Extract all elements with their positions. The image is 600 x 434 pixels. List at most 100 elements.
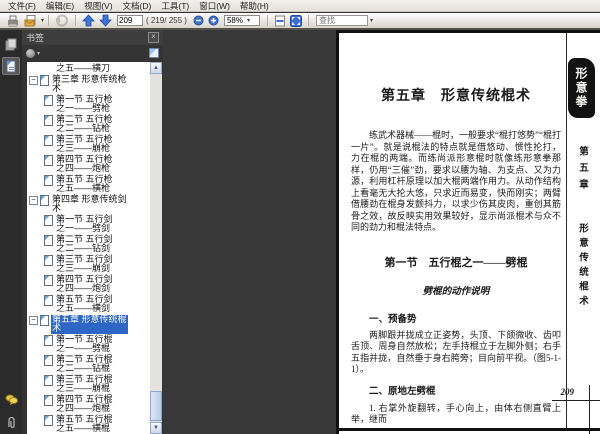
expander-minus-icon[interactable]: − bbox=[29, 75, 38, 85]
bookmark-item[interactable]: 第四节 五行剑 之四——炮剑 bbox=[44, 274, 148, 294]
find-dropdown-caret[interactable]: ▾ bbox=[370, 17, 373, 24]
bookmark-item[interactable]: 第五节 五行棍 之五——横棍 bbox=[44, 414, 148, 434]
bookmark-item[interactable]: 第三节 五行棍 之三——崩棍 bbox=[44, 374, 148, 394]
page-number-input[interactable] bbox=[117, 15, 144, 26]
print-icon[interactable] bbox=[6, 15, 20, 27]
bookmark-item[interactable]: 之五——横刀 bbox=[55, 63, 148, 74]
bookmark-item[interactable]: − 第四章 形意传统剑 术 bbox=[29, 194, 148, 214]
bookmark-item[interactable]: 第一节 五行枪 之一——劈枪 bbox=[44, 94, 148, 114]
bookmark-label[interactable]: 第三章 形意传统枪 术 bbox=[51, 74, 128, 94]
menu-item[interactable]: 窗口(W) bbox=[194, 0, 235, 12]
next-page-icon[interactable] bbox=[99, 14, 112, 27]
bookmark-label[interactable]: 第四节 五行棍 之四——炮棍 bbox=[55, 394, 114, 414]
bookmark-label[interactable]: 之五——横刀 bbox=[55, 63, 111, 74]
bookmark-label[interactable]: 第四章 形意传统剑 术 bbox=[51, 194, 128, 214]
bookmark-page-icon bbox=[44, 134, 53, 146]
menu-item[interactable]: 视图(V) bbox=[79, 0, 117, 12]
bookmarks-panel: 书签 × ▾ 之五——横刀 − 第三章 形意传统枪 术第一节 五行枪 之一——劈枪第… bbox=[22, 30, 163, 434]
bookmark-label[interactable]: 第一节 五行剑 之一——劈剑 bbox=[55, 214, 114, 234]
fullscreen-icon[interactable] bbox=[289, 14, 302, 27]
bookmark-page-icon bbox=[44, 174, 53, 186]
bookmark-label[interactable]: 第四节 五行剑 之四——炮剑 bbox=[55, 274, 114, 294]
body-paragraph: 两脚跟并拢成立正姿势，头顶、下颌微收、齿叩舌顶、周身自然放松；左手持棍立于左脚外… bbox=[351, 329, 561, 375]
goto-current-bookmark-icon[interactable] bbox=[149, 48, 159, 58]
bookmark-label[interactable]: 第二节 五行枪 之二——钻枪 bbox=[55, 114, 114, 134]
email-icon[interactable] bbox=[24, 14, 38, 27]
menu-item[interactable]: 文档(D) bbox=[118, 0, 157, 12]
pdf-page: 第五章 形意传统棍术 练武术器械——棍时，一般要求“棍打悠势”“棍打一片”。就是… bbox=[336, 30, 600, 434]
bookmark-label[interactable]: 第五节 五行剑 之五——横剑 bbox=[55, 294, 114, 314]
bookmark-item[interactable]: 第二节 五行枪 之二——钻枪 bbox=[44, 114, 148, 134]
bookmark-page-icon bbox=[44, 274, 53, 286]
bookmark-label[interactable]: 第三节 五行棍 之三——崩棍 bbox=[55, 374, 114, 394]
margin-title-label: 形意传统棍术 bbox=[577, 223, 587, 310]
bookmark-label[interactable]: 第四节 五行枪 之四——炮枪 bbox=[55, 154, 114, 174]
zoom-level-value: 58% bbox=[226, 16, 243, 25]
pages-panel-icon[interactable] bbox=[2, 35, 20, 53]
bookmark-item[interactable]: 第三节 五行枪 之三——崩枪 bbox=[44, 134, 148, 154]
bookmark-item[interactable]: 第一节 五行棍 之一——劈棍 bbox=[44, 334, 148, 354]
menu-item[interactable]: 编辑(E) bbox=[41, 0, 79, 12]
zoom-dropdown-caret: ▾ bbox=[246, 18, 250, 24]
document-pane: 第五章 形意传统棍术 练武术器械——棍时，一般要求“棍打悠势”“棍打一片”。就是… bbox=[163, 30, 600, 434]
seal-text: 形意拳 bbox=[574, 67, 588, 109]
bookmark-item[interactable]: 第五节 五行枪 之五——横枪 bbox=[44, 174, 148, 194]
toolbar-separator bbox=[266, 15, 268, 26]
expander-minus-icon[interactable]: − bbox=[29, 315, 38, 325]
email-dropdown-caret[interactable]: ▾ bbox=[41, 17, 44, 24]
options-menu-caret[interactable]: ▾ bbox=[37, 50, 40, 57]
bookmark-item[interactable]: 第三节 五行剑 之三——崩剑 bbox=[44, 254, 148, 274]
menu-item[interactable]: 工具(T) bbox=[156, 0, 194, 12]
bookmark-label[interactable]: 第三节 五行枪 之三——崩枪 bbox=[55, 134, 114, 154]
bookmark-label[interactable]: 第五节 五行枪 之五——横枪 bbox=[55, 174, 114, 194]
menu-item[interactable]: 帮助(H) bbox=[235, 0, 274, 12]
attachments-panel-icon[interactable] bbox=[2, 414, 20, 432]
scroll-down-icon[interactable]: ▼ bbox=[150, 422, 162, 434]
scroll-up-icon[interactable]: ▲ bbox=[150, 62, 162, 74]
chapter-title: 第五章 形意传统棍术 bbox=[381, 89, 531, 104]
bookmarks-panel-icon[interactable] bbox=[2, 57, 20, 75]
close-panel-icon[interactable]: × bbox=[148, 32, 159, 43]
bookmark-item[interactable]: 第四节 五行枪 之四——炮枪 bbox=[44, 154, 148, 174]
subsection-title: 劈棍的动作说明 bbox=[422, 286, 490, 297]
toolbar-separator bbox=[48, 15, 50, 26]
previous-view-icon-disabled bbox=[55, 14, 69, 27]
comments-panel-icon[interactable] bbox=[2, 390, 20, 408]
bookmark-label[interactable]: 第一节 五行枪 之一——劈枪 bbox=[55, 94, 114, 114]
bookmark-item[interactable]: − 第三章 形意传统枪 术 bbox=[29, 74, 148, 94]
bookmark-page-icon bbox=[44, 114, 53, 126]
page-number: 209 bbox=[560, 387, 575, 397]
bookmarks-panel-title: 书签 bbox=[26, 33, 45, 43]
bookmark-item[interactable]: 第五节 五行剑 之五——横剑 bbox=[44, 294, 148, 314]
find-input[interactable] bbox=[315, 15, 368, 26]
scrollbar-thumb[interactable] bbox=[150, 391, 162, 421]
bookmark-page-icon bbox=[44, 94, 53, 106]
zoom-out-icon[interactable] bbox=[193, 15, 204, 26]
footer-rule-horizontal bbox=[552, 400, 600, 401]
bookmark-label[interactable]: 第五节 五行棍 之五——横棍 bbox=[55, 414, 114, 434]
footer-rule-vertical bbox=[589, 385, 590, 434]
bookmark-label[interactable]: 第一节 五行棍 之一——劈棍 bbox=[55, 334, 114, 354]
app-window: 文件(F)编辑(E)视图(V)文档(D)工具(T)窗口(W)帮助(H) ▾ ( … bbox=[0, 0, 600, 434]
expander-minus-icon[interactable]: − bbox=[29, 195, 38, 205]
bookmark-item[interactable]: 第二节 五行剑 之二——钻剑 bbox=[44, 234, 148, 254]
bookmark-item[interactable]: 第一节 五行剑 之一——劈剑 bbox=[44, 214, 148, 234]
bookmark-item[interactable]: 第四节 五行棍 之四——炮棍 bbox=[44, 394, 148, 414]
bookmark-item[interactable]: − 第五章 形意传统棍 术 bbox=[29, 314, 148, 334]
bookmark-label[interactable]: 第二节 五行棍 之二——钻棍 bbox=[55, 354, 114, 374]
bookmark-page-icon bbox=[44, 334, 53, 346]
zoom-in-icon[interactable] bbox=[208, 15, 219, 26]
toolbar-separator bbox=[307, 15, 309, 26]
toolbar-separator bbox=[75, 15, 77, 26]
options-menu-icon[interactable] bbox=[26, 48, 35, 58]
bookmark-label[interactable]: 第三节 五行剑 之三——崩剑 bbox=[55, 254, 114, 274]
bookmark-label[interactable]: 第五章 形意传统棍 术 bbox=[51, 314, 128, 334]
bookmark-label[interactable]: 第二节 五行剑 之二——钻剑 bbox=[55, 234, 114, 254]
menu-item[interactable]: 文件(F) bbox=[3, 0, 41, 12]
bookmark-item[interactable]: 第二节 五行棍 之二——钻棍 bbox=[44, 354, 148, 374]
bookmark-tree-scrollbar[interactable]: ▲ ▼ bbox=[150, 62, 162, 434]
fit-width-icon[interactable] bbox=[274, 15, 286, 27]
zoom-level-select[interactable]: 58% ▾ bbox=[223, 15, 260, 26]
previous-page-icon[interactable] bbox=[82, 14, 95, 27]
bookmark-page-icon bbox=[44, 234, 53, 246]
